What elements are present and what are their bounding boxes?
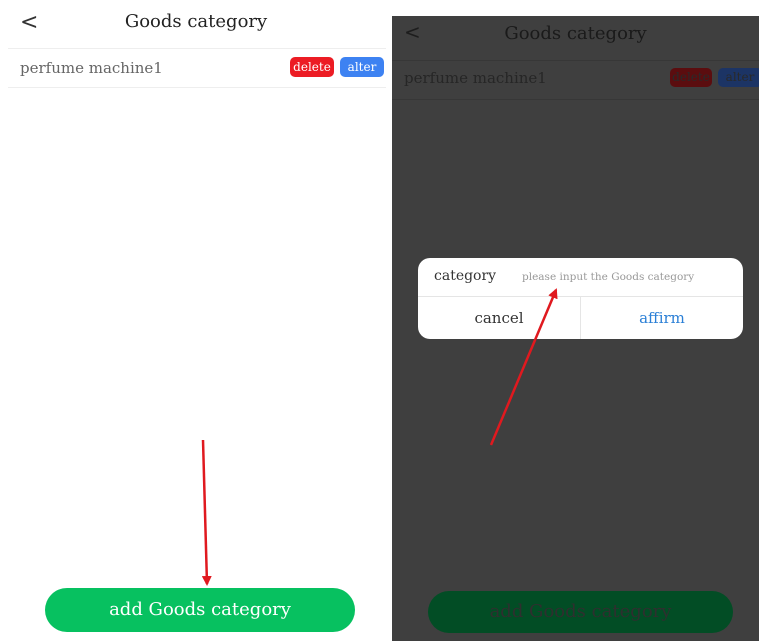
category-field-label: category	[434, 268, 497, 284]
page-title: Goods category	[504, 23, 647, 44]
alter-button[interactable]: alter	[340, 57, 384, 77]
add-category-button: add Goods category	[428, 591, 733, 633]
affirm-button[interactable]: affirm	[581, 297, 743, 339]
right-screen: < Goods category perfume machine1 delete…	[392, 16, 759, 641]
category-name: perfume machine1	[404, 69, 547, 87]
add-category-dialog: category cancel affirm	[418, 258, 743, 339]
delete-button: delete	[670, 68, 712, 87]
add-category-button[interactable]: add Goods category	[45, 588, 355, 632]
category-input[interactable]	[522, 268, 732, 286]
cancel-button[interactable]: cancel	[418, 297, 580, 339]
nav-bar: < Goods category	[0, 0, 392, 44]
left-screen: < Goods category perfume machine1 delete…	[0, 0, 392, 641]
list-item: perfume machine1 delete alter	[8, 48, 386, 88]
page-title: Goods category	[124, 11, 268, 32]
delete-button[interactable]: delete	[290, 57, 334, 77]
category-name: perfume machine1	[20, 59, 163, 77]
list-item: perfume machine1 delete alter	[392, 60, 759, 100]
alter-button: alter	[718, 68, 759, 87]
